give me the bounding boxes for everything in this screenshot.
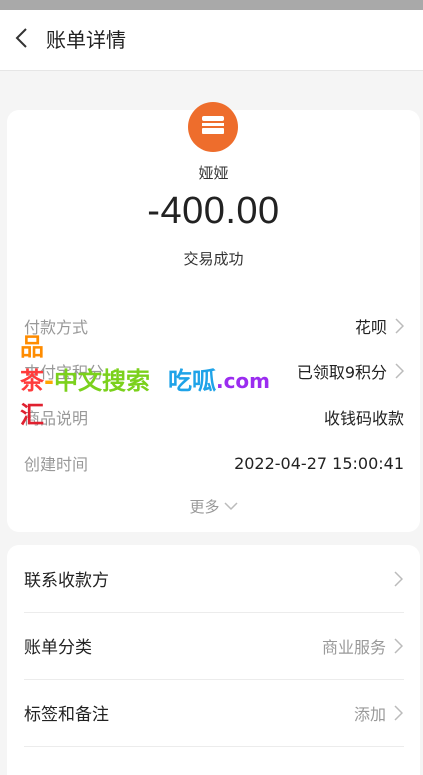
detail-row-created-time: 创建时间 2022-04-27 15:00:41 [24,449,404,477]
watermark-text: 茶 [20,367,44,395]
chevron-right-icon [394,637,403,654]
shop-icon [200,114,226,140]
list-label: 账单分类 [24,638,92,658]
chevron-right-icon [394,570,403,587]
more-label: 更多 [189,498,220,516]
payee-name: 娅娅 [198,164,229,182]
list-value: 添加 [353,704,386,724]
watermark-text: 中文搜索 [53,367,150,395]
bill-summary-card: 娅娅 -400.00 交易成功 付款方式 花呗 支付宝积分 已领取9积分 商品说… [7,102,420,532]
page-title: 账单详情 [46,28,126,52]
detail-value: 2022-04-27 15:00:41 [234,453,404,473]
transaction-status: 交易成功 [183,250,244,268]
tags-notes-row[interactable]: 标签和备注 添加 [7,679,420,746]
watermark-text: 品 [20,333,44,361]
avatar [188,102,238,152]
list-label: 联系收款方 [24,571,109,591]
actions-card: 联系收款方 账单分类 商业服务 标签和备注 添加 [7,545,420,775]
chevron-left-icon [13,27,31,53]
watermark-text: 吃呱 [167,367,216,395]
bill-category-row[interactable]: 账单分类 商业服务 [7,612,420,679]
list-label: 标签和备注 [24,705,109,725]
watermark-text: 汇 [20,401,44,429]
contact-payee-row[interactable]: 联系收款方 [7,545,420,612]
top-bar: 账单详情 [0,10,423,71]
watermark-text: .com [215,369,271,393]
status-bar [0,0,423,10]
list-value: 商业服务 [321,637,386,657]
chevron-right-icon [395,363,404,379]
divider [24,746,404,747]
amount: -400.00 [147,190,280,232]
more-toggle[interactable]: 更多 [7,496,420,517]
detail-value: 收钱码收款 [323,409,404,428]
chevron-right-icon [395,318,404,334]
chevron-right-icon [394,704,403,721]
detail-label: 创建时间 [24,455,89,474]
back-button[interactable] [6,24,38,56]
chevron-down-icon [223,502,238,511]
detail-value: 已领取9积分 [296,363,387,382]
watermark-overlay: 品 茶 - 中文搜索 吃呱 .com 汇 [20,330,270,432]
detail-value: 花呗 [354,318,387,337]
watermark-text: - [44,367,54,395]
